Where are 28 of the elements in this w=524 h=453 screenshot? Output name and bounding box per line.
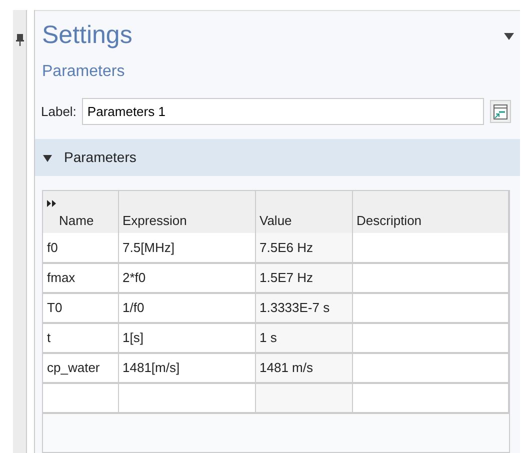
section-title: Parameters xyxy=(64,148,136,167)
table-cell: fmax xyxy=(43,263,118,293)
table-cell: t xyxy=(43,323,118,353)
table-cell: 1 s xyxy=(255,323,352,353)
panel-subtitle: Parameters xyxy=(41,62,126,82)
table-cell: 1.5E7 Hz xyxy=(255,263,352,293)
table-cell: 1481 m/s xyxy=(255,353,352,383)
section-header[interactable]: Parameters xyxy=(35,139,520,176)
column-header[interactable]: Expression xyxy=(118,191,255,233)
table-cell: 7.5E6 Hz xyxy=(255,233,352,263)
column-header[interactable]: Value xyxy=(255,191,352,233)
table-cell: f0 xyxy=(43,233,118,263)
expand-columns-icon[interactable] xyxy=(47,200,56,206)
column-header[interactable]: Description xyxy=(352,191,508,233)
table-cell: T0 xyxy=(43,293,118,323)
table-cell: 1[s] xyxy=(118,323,255,353)
label-field[interactable]: Parameters 1 xyxy=(82,98,484,125)
table-cell: 1481[m/s] xyxy=(118,353,255,383)
node-icon-button[interactable] xyxy=(490,100,511,123)
label-caption: Label: xyxy=(41,102,76,121)
dropdown-arrow-icon[interactable] xyxy=(504,33,514,40)
table-cell: cp_water xyxy=(43,353,118,383)
pin-icon[interactable] xyxy=(16,34,24,46)
panel-title: Settings xyxy=(41,23,132,48)
table-cell: 1.3333E-7 s xyxy=(255,293,352,323)
table-cell: 1/f0 xyxy=(118,293,255,323)
table-cell: 2*f0 xyxy=(118,263,255,293)
table-cell: 7.5[MHz] xyxy=(118,233,255,263)
